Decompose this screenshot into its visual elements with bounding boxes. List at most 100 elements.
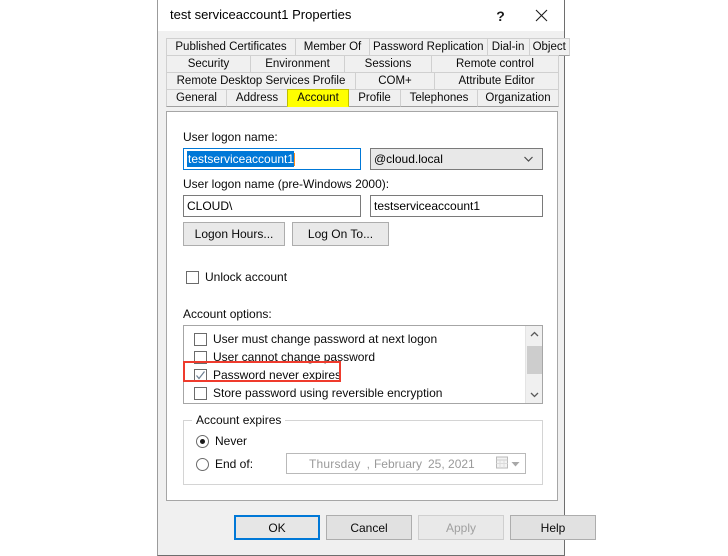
checkbox-box [194,350,207,364]
question-mark-icon: ? [496,7,505,24]
unlock-account-label: Unlock account [205,270,288,284]
account-expires-date-picker[interactable]: Thursday , February 25, 2021 [286,453,526,474]
list-item[interactable]: Store password using reversible encrypti… [184,384,525,402]
user-logon-name-value: testserviceaccount1 [187,151,295,167]
radio-button [196,457,209,471]
text-caret [294,152,296,166]
tab-label: Sessions [364,58,412,70]
pre-windows-2000-domain-input[interactable]: CLOUD\ [183,195,361,217]
tab-environment[interactable]: Environment [250,55,345,73]
calendar-icon [496,456,508,471]
properties-dialog: test serviceaccount1 Properties ? Publis… [157,0,596,556]
account-expires-legend: Account expires [192,413,286,427]
log-on-to-button[interactable]: Log On To... [292,222,389,246]
tab-label: Remote Desktop Services Profile [176,75,346,87]
tab-remote-desktop-services-profile[interactable]: Remote Desktop Services Profile [166,72,356,90]
never-label: Never [215,434,248,448]
tab-label: Profile [358,92,391,104]
checkbox-box-checked [194,368,207,382]
tab-row-4: General Address Account Profile Telephon… [166,89,559,107]
domain-suffix-value: @cloud.local [374,152,443,166]
tab-published-certificates[interactable]: Published Certificates [166,38,296,56]
tab-row-2: Security Environment Sessions Remote con… [166,55,559,73]
title-bar: test serviceaccount1 Properties ? [158,0,564,31]
ok-button[interactable]: OK [234,515,320,540]
tab-member-of[interactable]: Member Of [295,38,370,56]
unlock-account-checkbox[interactable]: Unlock account [186,270,287,284]
list-item[interactable]: User must change password at next logon [184,330,525,348]
account-options-list[interactable]: User must change password at next logon … [183,325,543,404]
checkbox-box [194,332,207,346]
date-month: February [373,456,422,471]
tab-security[interactable]: Security [166,55,251,73]
tab-general[interactable]: General [166,89,227,107]
tab-label: COM+ [378,75,412,87]
tab-remote-control[interactable]: Remote control [431,55,559,73]
tab-label: Security [187,58,230,70]
user-logon-name-label: User logon name: [183,130,278,144]
tab-label: Environment [265,58,330,70]
option-label: Password never expires [213,368,342,382]
window-title: test serviceaccount1 Properties [170,7,352,22]
account-tab-page: User logon name: testserviceaccount1 @cl… [166,111,558,501]
pre-windows-2000-name-value: testserviceaccount1 [374,199,481,213]
tab-row-3: Remote Desktop Services Profile COM+ Att… [166,72,559,90]
account-options-scrollbar[interactable] [525,326,542,403]
tab-com-plus[interactable]: COM+ [355,72,435,90]
tab-password-replication[interactable]: Password Replication [369,38,488,56]
close-button[interactable] [525,0,558,31]
scroll-up-icon[interactable] [526,326,542,343]
logon-hours-button[interactable]: Logon Hours... [183,222,285,246]
tab-label: Object [532,41,566,53]
account-expires-never-radio[interactable]: Never [196,434,247,448]
help-button-footer[interactable]: Help [510,515,596,540]
option-label: Store password using reversible encrypti… [213,386,443,400]
tab-label: Telephones [409,92,469,104]
tab-label: Password Replication [373,41,484,53]
tab-telephones[interactable]: Telephones [400,89,478,107]
user-logon-name-input[interactable]: testserviceaccount1 [183,148,361,170]
close-icon [535,9,548,22]
help-button[interactable]: ? [484,0,517,31]
list-item[interactable]: User cannot change password [184,348,525,366]
tab-label: Attribute Editor [458,75,535,87]
scrollbar-thumb[interactable] [527,346,542,374]
scroll-down-icon[interactable] [526,386,542,403]
date-picker-controls[interactable] [496,456,520,471]
date-weekday: Thursday [309,456,361,471]
tab-label: Remote control [456,58,534,70]
end-of-label: End of: [215,457,254,471]
account-expires-end-of-radio[interactable]: End of: [196,457,253,471]
tab-profile[interactable]: Profile [348,89,401,107]
chevron-down-icon [523,154,534,165]
pre-windows-2000-label: User logon name (pre-Windows 2000): [183,177,390,191]
checkbox-box [186,270,199,284]
list-item[interactable]: Password never expires [184,366,525,384]
pre-windows-2000-name-input[interactable]: testserviceaccount1 [370,195,543,217]
screen: test serviceaccount1 Properties ? Publis… [0,0,728,556]
option-label: User must change password at next logon [213,332,438,346]
tab-label: Address [235,92,279,104]
tab-account[interactable]: Account [287,89,349,107]
domain-suffix-dropdown[interactable]: @cloud.local [370,148,543,170]
tab-row-1: Published Certificates Member Of Passwor… [166,38,570,56]
tab-strip: Published Certificates Member Of Passwor… [166,38,570,107]
apply-button: Apply [418,515,504,540]
tab-label: Organization [485,92,551,104]
date-day-year: 25, 2021 [428,456,475,471]
account-options-list-inner: User must change password at next logon … [184,326,525,403]
tab-address[interactable]: Address [226,89,288,107]
tab-object[interactable]: Object [528,38,570,56]
checkbox-box [194,386,207,400]
tab-dial-in[interactable]: Dial-in [486,38,530,56]
account-options-label: Account options: [183,307,272,321]
tab-sessions[interactable]: Sessions [344,55,432,73]
tab-label: Dial-in [491,41,525,53]
tab-organization[interactable]: Organization [477,89,559,107]
cancel-button[interactable]: Cancel [326,515,412,540]
dialog-footer: OK Cancel Apply Help [158,502,596,555]
tab-label: General [176,92,217,104]
tab-attribute-editor[interactable]: Attribute Editor [434,72,559,90]
date-comma: , [366,456,370,471]
tab-label: Member Of [303,41,362,53]
